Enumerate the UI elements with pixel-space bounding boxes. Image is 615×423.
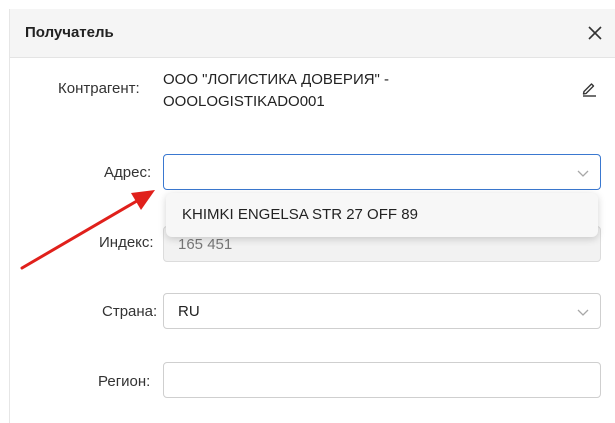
address-option[interactable]: KHIMKI ENGELSA STR 27 OFF 89 — [182, 206, 418, 223]
region-input[interactable] — [163, 362, 601, 398]
close-icon — [588, 26, 602, 40]
country-label: Страна: — [102, 303, 158, 320]
index-label: Индекс: — [99, 234, 154, 251]
pencil-icon — [582, 83, 596, 97]
contragent-value: ООО "ЛОГИСТИКА ДОВЕРИЯ" - OOOLOGISTIKADO… — [163, 69, 543, 113]
close-button[interactable] — [581, 19, 609, 47]
index-value: 165 451 — [178, 236, 233, 253]
contragent-value-line2: OOOLOGISTIKADO001 — [163, 93, 325, 110]
address-select[interactable] — [163, 154, 601, 190]
address-dropdown: KHIMKI ENGELSA STR 27 OFF 89 — [166, 193, 598, 237]
contragent-value-line1: ООО "ЛОГИСТИКА ДОВЕРИЯ" - — [163, 71, 390, 88]
panel-title: Получатель — [25, 24, 114, 41]
chevron-down-icon[interactable] — [576, 305, 590, 319]
chevron-down-icon[interactable] — [576, 166, 590, 180]
country-value: RU — [178, 303, 200, 320]
contragent-label: Контрагент: — [58, 80, 140, 97]
country-select[interactable]: RU — [163, 293, 601, 329]
edit-contragent-button[interactable] — [580, 79, 598, 97]
panel-header: Получатель — [10, 9, 615, 58]
address-label: Адрес: — [104, 164, 152, 181]
region-label: Регион: — [98, 373, 151, 390]
